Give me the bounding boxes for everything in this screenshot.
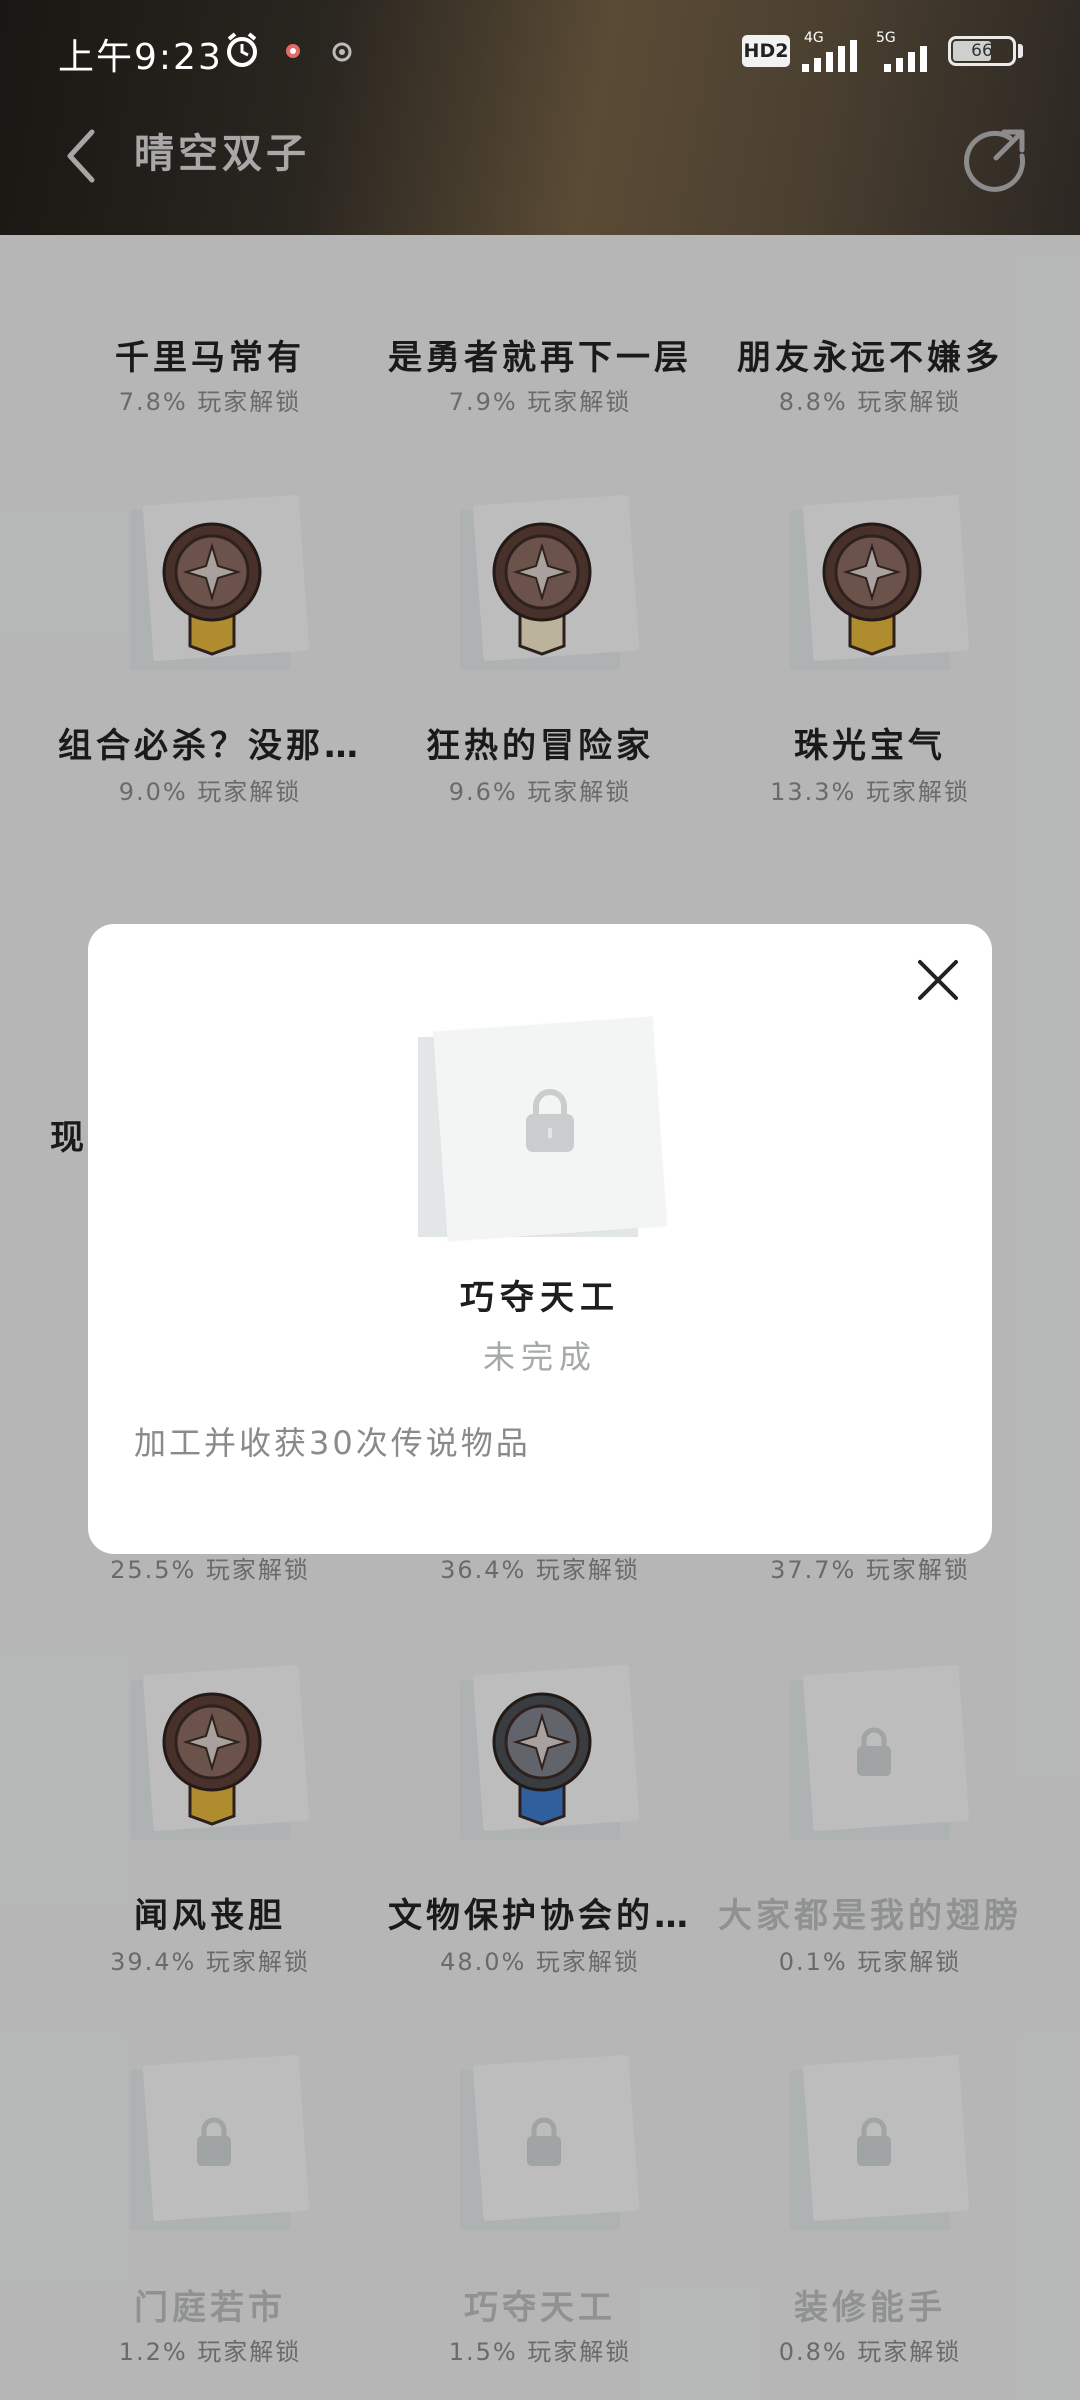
achievement-detail-modal: 巧夺天工 未完成 加工并收获30次传说物品 [88, 924, 992, 1554]
achievement-title: 巧夺天工 [460, 1278, 620, 1318]
app-header: 上午9:23 HD2 4G 5G 66 晴空双子 [0, 0, 1080, 235]
alarm-icon [227, 32, 257, 67]
achievement-description: 加工并收获30次传说物品 [134, 1424, 531, 1462]
lock-icon [526, 1089, 574, 1152]
notification-dot-icon [286, 44, 300, 58]
status-time: 上午9:23 [58, 37, 223, 78]
signal-5g-icon [884, 46, 927, 72]
back-button[interactable] [58, 126, 102, 186]
signal-4g-icon [802, 40, 857, 72]
battery-tip [1018, 44, 1023, 58]
app-notification-icon [332, 42, 352, 62]
close-button[interactable] [914, 956, 962, 1004]
share-button[interactable] [962, 124, 1030, 192]
battery-level: 66 [971, 41, 993, 61]
status-bar: 上午9:23 HD2 4G 5G 66 [0, 0, 1080, 100]
achievement-status: 未完成 [482, 1338, 597, 1376]
hd-badge: HD2 [742, 35, 790, 67]
page-title: 晴空双子 [134, 131, 310, 177]
battery-icon: 66 [948, 36, 1016, 66]
